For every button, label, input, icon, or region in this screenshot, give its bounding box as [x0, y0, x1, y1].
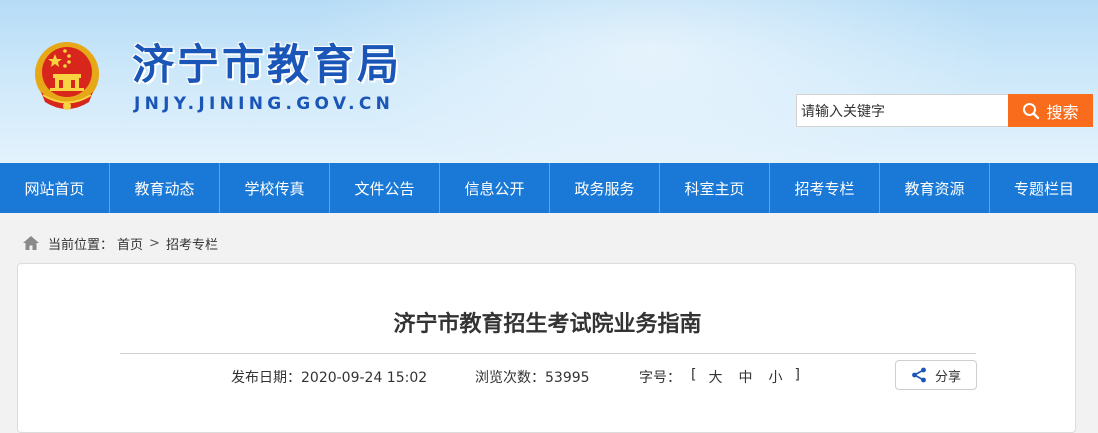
font-size-label: 字号： — [639, 370, 681, 386]
publish-date-label: 发布日期： — [231, 370, 301, 386]
nav-item-departments[interactable]: 科室主页 — [660, 163, 770, 213]
article-card: 济宁市教育招生考试院业务指南 发布日期：2020-09-24 15:02 浏览次… — [17, 263, 1076, 433]
bracket-close: ] — [794, 367, 800, 383]
title-divider — [120, 353, 976, 354]
header-glow — [300, 0, 1000, 163]
breadcrumb-separator: > — [149, 235, 160, 251]
publish-date-value: 2020-09-24 15:02 — [301, 370, 428, 386]
breadcrumb-prefix: 当前位置： — [48, 237, 114, 253]
publish-date: 发布日期：2020-09-24 15:02 — [231, 367, 475, 387]
font-size-small-button[interactable]: 小 — [768, 367, 782, 387]
nav-item-topics[interactable]: 专题栏目 — [990, 163, 1098, 213]
view-count-value: 53995 — [545, 370, 590, 386]
breadcrumb-home-link[interactable]: 首页 — [117, 234, 143, 253]
breadcrumb: 当前位置： 首页 > 招考专栏 — [22, 233, 218, 253]
share-label: 分享 — [934, 369, 961, 385]
search-input[interactable] — [796, 94, 1008, 127]
search-button-label: 搜索 — [1046, 102, 1079, 122]
nav-item-admissions[interactable]: 招考专栏 — [770, 163, 880, 213]
nav-item-documents[interactable]: 文件公告 — [330, 163, 440, 213]
search-button[interactable]: 搜索 — [1008, 94, 1093, 127]
font-size-medium-button[interactable]: 中 — [738, 367, 752, 387]
main-nav: 网站首页 教育动态 学校传真 文件公告 信息公开 政务服务 科室主页 招考专栏 … — [0, 163, 1098, 213]
search-box: 搜索 — [796, 94, 1093, 127]
article-title: 济宁市教育招生考试院业务指南 — [393, 312, 702, 337]
site-domain: JNJY.JINING.GOV.CN — [134, 94, 395, 114]
nav-item-gov-services[interactable]: 政务服务 — [550, 163, 660, 213]
site-header: 济宁市教育局 JNJY.JINING.GOV.CN 搜索 — [0, 0, 1098, 163]
share-button[interactable]: 分享 — [895, 360, 977, 390]
national-emblem-icon[interactable] — [33, 40, 101, 112]
nav-item-school-news[interactable]: 学校传真 — [220, 163, 330, 213]
home-icon — [23, 236, 39, 250]
site-title[interactable]: 济宁市教育局 — [132, 40, 402, 90]
view-count-label: 浏览次数： — [475, 370, 545, 386]
search-icon — [1023, 102, 1040, 119]
nav-item-info-disclosure[interactable]: 信息公开 — [440, 163, 550, 213]
nav-item-home[interactable]: 网站首页 — [0, 163, 110, 213]
font-size-switcher: 字号： [ 大 中 小 ] — [639, 367, 804, 387]
share-icon — [912, 367, 926, 383]
breadcrumb-current-link[interactable]: 招考专栏 — [166, 234, 218, 253]
bracket-open: [ — [691, 367, 697, 383]
nav-item-education-news[interactable]: 教育动态 — [110, 163, 220, 213]
nav-item-resources[interactable]: 教育资源 — [880, 163, 990, 213]
view-count: 浏览次数：53995 — [475, 367, 639, 387]
article-meta: 发布日期：2020-09-24 15:02 浏览次数：53995 字号： [ 大… — [231, 367, 804, 387]
font-size-large-button[interactable]: 大 — [708, 367, 722, 387]
